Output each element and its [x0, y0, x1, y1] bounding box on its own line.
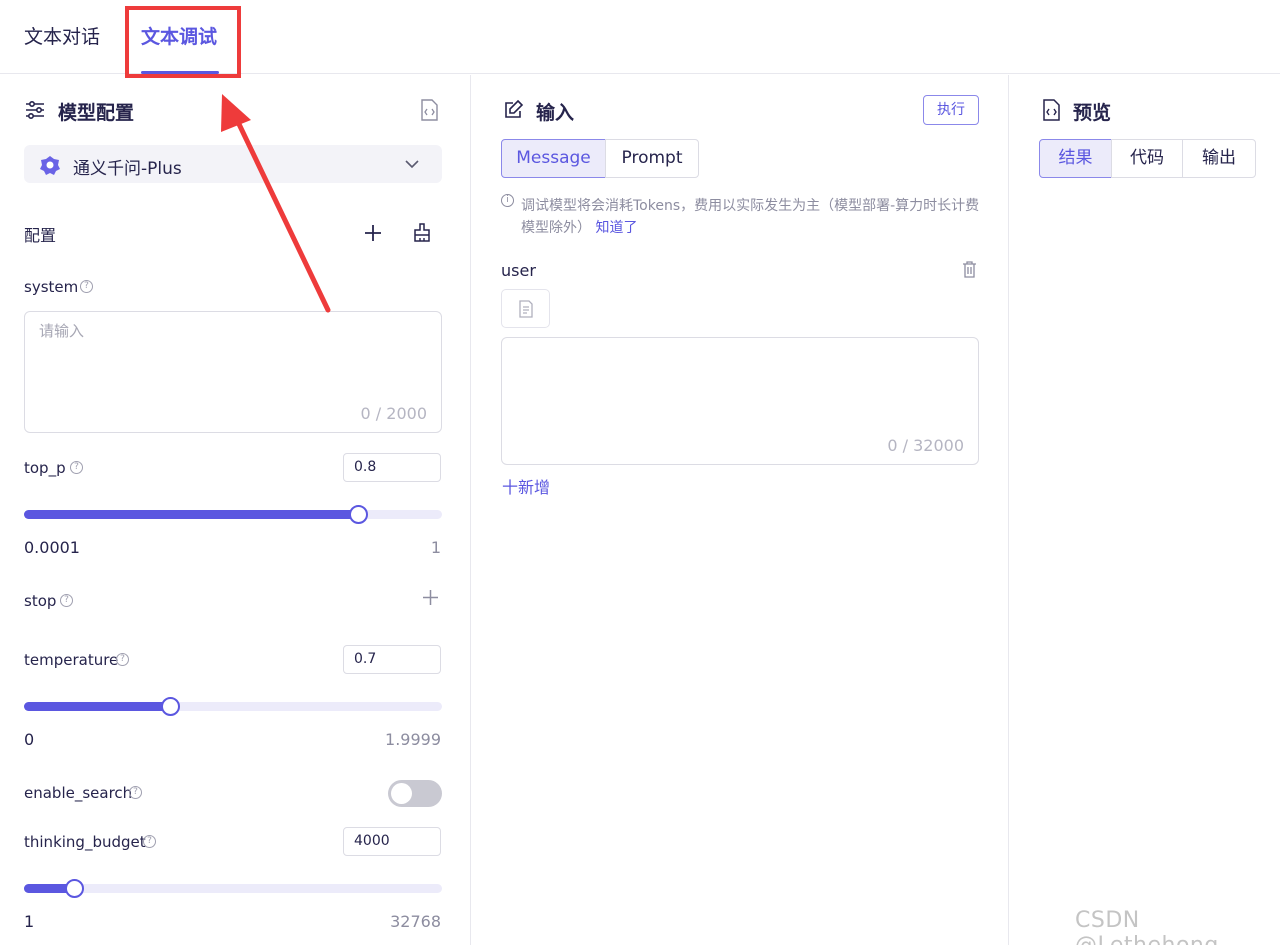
- message-role-label: user: [501, 261, 536, 280]
- add-stop-icon[interactable]: [422, 589, 439, 606]
- mode-prompt-button[interactable]: Prompt: [605, 139, 699, 178]
- top-p-slider-thumb[interactable]: [349, 505, 369, 524]
- thinking-budget-slider[interactable]: [24, 879, 442, 898]
- help-icon[interactable]: ?: [129, 786, 142, 799]
- token-notice: 调试模型将会消耗Tokens，费用以实际发生为主（模型部署-算力时长计费模型除外…: [521, 195, 991, 239]
- temperature-slider[interactable]: [24, 697, 442, 716]
- watermark: CSDN @Lethehong: [1075, 908, 1218, 945]
- info-icon: i: [501, 194, 514, 207]
- chevron-down-icon: [405, 160, 419, 169]
- add-icon[interactable]: [363, 223, 383, 243]
- toggle-knob: [391, 783, 412, 804]
- preview-tab-code[interactable]: 代码: [1111, 139, 1183, 178]
- system-label: system: [24, 278, 79, 296]
- add-message-button[interactable]: 十新增: [502, 474, 550, 498]
- preview-title: 预览: [1073, 102, 1112, 124]
- thinking-budget-max: 32768: [390, 912, 441, 931]
- system-char-count: 0 / 2000: [360, 404, 427, 423]
- thinking-budget-slider-thumb[interactable]: [65, 879, 85, 898]
- execute-button[interactable]: 执行: [923, 95, 979, 125]
- message-char-count: 0 / 32000: [887, 436, 964, 455]
- help-icon[interactable]: ?: [143, 835, 156, 848]
- code-file-icon: [1043, 99, 1060, 121]
- selected-model-label: 通义千问-Plus: [73, 159, 182, 179]
- temperature-slider-fill: [24, 702, 171, 711]
- mode-message-button[interactable]: Message: [501, 139, 606, 178]
- input-panel: 输入 执行 Message Prompt i 调试模型将会消耗Tokens，费用…: [471, 75, 1009, 945]
- config-section-label: 配置: [24, 226, 57, 245]
- temperature-input[interactable]: 0.7: [343, 645, 441, 674]
- thinking-budget-min: 1: [24, 912, 35, 931]
- enable-search-toggle[interactable]: [388, 780, 442, 807]
- top-p-max: 1: [430, 538, 441, 557]
- temperature-min: 0: [24, 730, 35, 749]
- preview-tab-output[interactable]: 输出: [1182, 139, 1256, 178]
- insert-template-button[interactable]: [501, 289, 550, 328]
- enable-search-label: enable_search: [24, 784, 133, 802]
- sliders-icon: [26, 100, 44, 120]
- preview-tab-result[interactable]: 结果: [1039, 139, 1112, 178]
- user-message-input[interactable]: 0 / 32000: [501, 337, 979, 465]
- notice-dismiss-link[interactable]: 知道了: [595, 220, 637, 236]
- qwen-logo-icon: [40, 156, 60, 175]
- model-config-title: 模型配置: [58, 102, 135, 124]
- help-icon[interactable]: ?: [116, 653, 129, 666]
- model-config-panel: 模型配置 通义千问-Plus 配置 system ? 请输入 0 / 2000 …: [0, 75, 471, 945]
- help-icon[interactable]: ?: [70, 461, 83, 474]
- top-p-slider-fill: [24, 510, 359, 519]
- trash-icon[interactable]: [962, 261, 977, 278]
- annotation-highlight-box: [125, 6, 241, 78]
- code-file-icon[interactable]: [420, 99, 439, 121]
- document-icon: [519, 300, 533, 318]
- help-icon[interactable]: ?: [80, 280, 93, 293]
- system-placeholder: 请输入: [39, 322, 85, 340]
- preview-panel: 预览 结果 代码 输出: [1009, 75, 1280, 945]
- clear-brush-icon[interactable]: [412, 222, 432, 243]
- input-title: 输入: [536, 102, 575, 124]
- thinking-budget-input[interactable]: 4000: [343, 827, 441, 856]
- help-icon[interactable]: ?: [60, 594, 73, 607]
- model-select[interactable]: 通义千问-Plus: [24, 145, 442, 183]
- temperature-label: temperature: [24, 651, 119, 669]
- stop-label: stop: [24, 592, 57, 610]
- token-notice-text: 调试模型将会消耗Tokens，费用以实际发生为主（模型部署-算力时长计费模型除外…: [521, 198, 980, 236]
- system-input[interactable]: 请输入 0 / 2000: [24, 311, 442, 433]
- temperature-slider-thumb[interactable]: [161, 697, 181, 716]
- edit-icon: [505, 99, 524, 118]
- top-p-slider[interactable]: [24, 505, 442, 524]
- thinking-budget-label: thinking_budget: [24, 833, 146, 851]
- top-p-min: 0.0001: [24, 538, 80, 557]
- top-p-input[interactable]: 0.8: [343, 453, 441, 482]
- temperature-max: 1.9999: [385, 730, 441, 749]
- top-p-label: top_p: [24, 459, 66, 477]
- tab-text-chat[interactable]: 文本对话: [24, 22, 100, 49]
